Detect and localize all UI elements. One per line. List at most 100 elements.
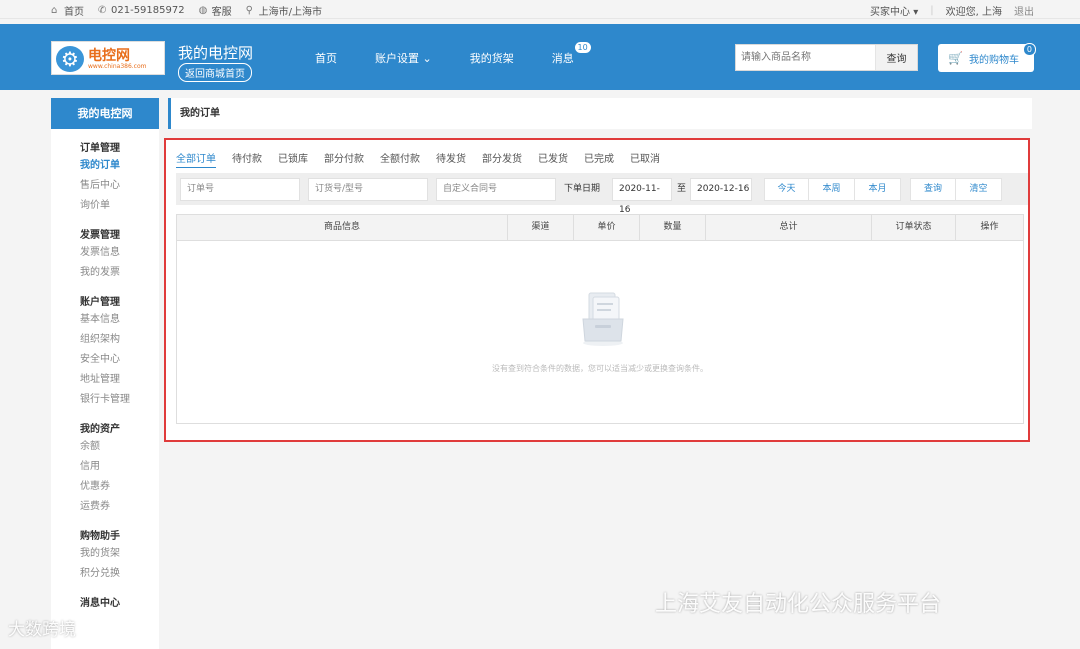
nav-account-settings[interactable]: 账户设置 ⌄ (375, 50, 432, 66)
cart-count-badge: 0 (1022, 43, 1036, 56)
logo-url: www.china386.com (88, 63, 147, 70)
sidebar-group-title[interactable]: 消息中心 (80, 596, 159, 611)
qq-icon: ◍ (198, 4, 208, 16)
top-bar: ⌂ 首页 ✆ 021-59185972 ◍ 客服 ⚲ 上海市/上海市 买家中心 ▾ | … (0, 0, 1080, 19)
sidebar-item-security[interactable]: 安全中心 (80, 350, 159, 370)
search-input[interactable] (736, 45, 876, 70)
site-title: 我的电控网 (178, 44, 254, 62)
nav-messages[interactable]: 消息 10 (552, 42, 591, 66)
cart-button[interactable]: 🛒 我的购物车 0 (938, 43, 1036, 72)
sidebar-item-invoice-info[interactable]: 发票信息 (80, 243, 159, 263)
gear-icon: ⚙ (56, 46, 84, 72)
message-count-badge: 10 (574, 42, 591, 53)
watermark-left: 大数跨境 (8, 620, 76, 640)
order-number-input[interactable]: 订单号 (180, 178, 300, 201)
this-month-button[interactable]: 本月 (855, 178, 901, 201)
today-button[interactable]: 今天 (764, 178, 809, 201)
nav-home[interactable]: 首页 (315, 50, 337, 66)
home-icon: ⌂ (51, 4, 58, 16)
tab-shipped[interactable]: 已发货 (538, 150, 568, 168)
date-separator: 至 (677, 184, 687, 194)
sidebar-group-title: 发票管理 (80, 230, 120, 241)
orders-panel: 全部订单 待付款 已锁库 部分付款 全额付款 待发货 部分发货 已发货 已完成 … (164, 138, 1030, 442)
sidebar-item-address[interactable]: 地址管理 (80, 370, 159, 390)
search-button[interactable]: 查询 (875, 45, 917, 70)
sidebar-item-inquiry[interactable]: 询价单 (80, 196, 159, 216)
orders-table: 商品信息 渠道 单价 数量 总计 订单状态 操作 没有查到符合条件的数据，您可以… (176, 214, 1024, 424)
filter-actions: 查询 清空 (910, 178, 1002, 201)
tab-locked[interactable]: 已锁库 (278, 150, 308, 168)
order-date-label: 下单日期 (564, 184, 601, 194)
sidebar-item-freight-coupons[interactable]: 运费券 (80, 497, 159, 517)
empty-box-icon (582, 292, 624, 346)
sidebar-item-my-invoices[interactable]: 我的发票 (80, 263, 159, 283)
sidebar-title[interactable]: 我的电控网 (51, 98, 159, 129)
sidebar-item-points[interactable]: 积分兑换 (80, 564, 159, 584)
date-from-input[interactable]: 2020-11-16 (612, 178, 672, 215)
location-link[interactable]: ⚲ 上海市/上海市 (246, 3, 322, 18)
sidebar-item-organization[interactable]: 组织架构 (80, 330, 159, 350)
tab-cancelled[interactable]: 已取消 (630, 150, 660, 168)
sidebar: 我的电控网 订单管理 我的订单 售后中心 询价单 发票管理 发票信息 我的发票 … (51, 98, 159, 649)
back-to-mall-link[interactable]: 返回商城首页 (178, 63, 252, 82)
page-title: 我的订单 (168, 98, 1032, 129)
sidebar-group-messages: 消息中心 (51, 596, 159, 611)
tab-pending-payment[interactable]: 待付款 (232, 150, 262, 168)
tab-completed[interactable]: 已完成 (584, 150, 614, 168)
contract-number-input[interactable]: 自定义合同号 (436, 178, 556, 201)
date-to-input[interactable]: 2020-12-16 (690, 178, 752, 201)
logo-name: 电控网 (88, 48, 130, 64)
location-pin-icon: ⚲ (245, 4, 253, 16)
nav-my-shelf[interactable]: 我的货架 (470, 50, 514, 66)
sidebar-item-after-sales[interactable]: 售后中心 (80, 176, 159, 196)
empty-state-text: 没有查到符合条件的数据，您可以适当减少或更换查询条件。 (492, 364, 708, 373)
service-link[interactable]: ◍ 客服 (199, 3, 232, 18)
model-number-input[interactable]: 订货号/型号 (308, 178, 428, 201)
sidebar-group-invoice: 发票管理 发票信息 我的发票 (51, 228, 159, 283)
clear-button[interactable]: 清空 (956, 178, 1002, 201)
buyer-center-menu[interactable]: 买家中心 ▾ (870, 3, 918, 18)
watermark-right: 上海艾友自动化公众服务平台 (655, 592, 942, 617)
column-header: 总计 (706, 215, 872, 240)
tab-partial-shipment[interactable]: 部分发货 (482, 150, 522, 168)
tab-partial-payment[interactable]: 部分付款 (324, 150, 364, 168)
tab-full-payment[interactable]: 全额付款 (380, 150, 420, 168)
chevron-down-icon: ⌄ (422, 52, 432, 65)
tab-all-orders[interactable]: 全部订单 (176, 150, 216, 168)
column-header: 订单状态 (872, 215, 956, 240)
divider: | (930, 5, 934, 16)
phone-icon: ✆ (98, 4, 107, 16)
sidebar-item-balance[interactable]: 余额 (80, 437, 159, 457)
sidebar-group-title: 购物助手 (80, 531, 120, 542)
logout-link[interactable]: 退出 (1014, 3, 1034, 18)
sidebar-item-basic-info[interactable]: 基本信息 (80, 310, 159, 330)
filter-bar: 订单号 订货号/型号 自定义合同号 下单日期 2020-11-16 至 2020… (176, 173, 1028, 215)
column-header: 操作 (980, 222, 999, 232)
table-header: 商品信息 渠道 单价 数量 总计 订单状态 操作 (177, 215, 1023, 241)
sidebar-group-title: 我的资产 (80, 424, 120, 435)
tab-pending-shipment[interactable]: 待发货 (436, 150, 466, 168)
column-header: 商品信息 (177, 215, 508, 240)
column-header: 单价 (574, 215, 640, 240)
query-button[interactable]: 查询 (910, 178, 956, 201)
caret-down-icon: ▾ (913, 7, 919, 18)
sidebar-group-shopping: 购物助手 我的货架 积分兑换 (51, 529, 159, 584)
cart-icon: 🛒 (948, 51, 963, 65)
search-box: 查询 (735, 44, 918, 71)
sidebar-group-account: 账户管理 基本信息 组织架构 安全中心 地址管理 银行卡管理 (51, 295, 159, 410)
this-week-button[interactable]: 本周 (809, 178, 855, 201)
column-header: 数量 (640, 215, 706, 240)
site-logo[interactable]: ⚙ 电控网 www.china386.com (51, 41, 165, 75)
sidebar-group-title: 订单管理 (80, 143, 120, 154)
sidebar-item-coupons[interactable]: 优惠券 (80, 477, 159, 497)
sidebar-group-title: 账户管理 (80, 297, 120, 308)
sidebar-item-credit[interactable]: 信用 (80, 457, 159, 477)
phone-info: ✆ 021-59185972 (98, 4, 185, 16)
sidebar-item-my-orders[interactable]: 我的订单 (80, 156, 159, 176)
sidebar-group-assets: 我的资产 余额 信用 优惠券 运费券 (51, 422, 159, 517)
home-link[interactable]: ⌂ 首页 (51, 3, 84, 18)
sidebar-item-bank-card[interactable]: 银行卡管理 (80, 390, 159, 410)
sidebar-item-my-shelf[interactable]: 我的货架 (80, 544, 159, 564)
order-status-tabs: 全部订单 待付款 已锁库 部分付款 全额付款 待发货 部分发货 已发货 已完成 … (176, 150, 660, 168)
main-nav: 首页 账户设置 ⌄ 我的货架 消息 10 (315, 42, 612, 66)
